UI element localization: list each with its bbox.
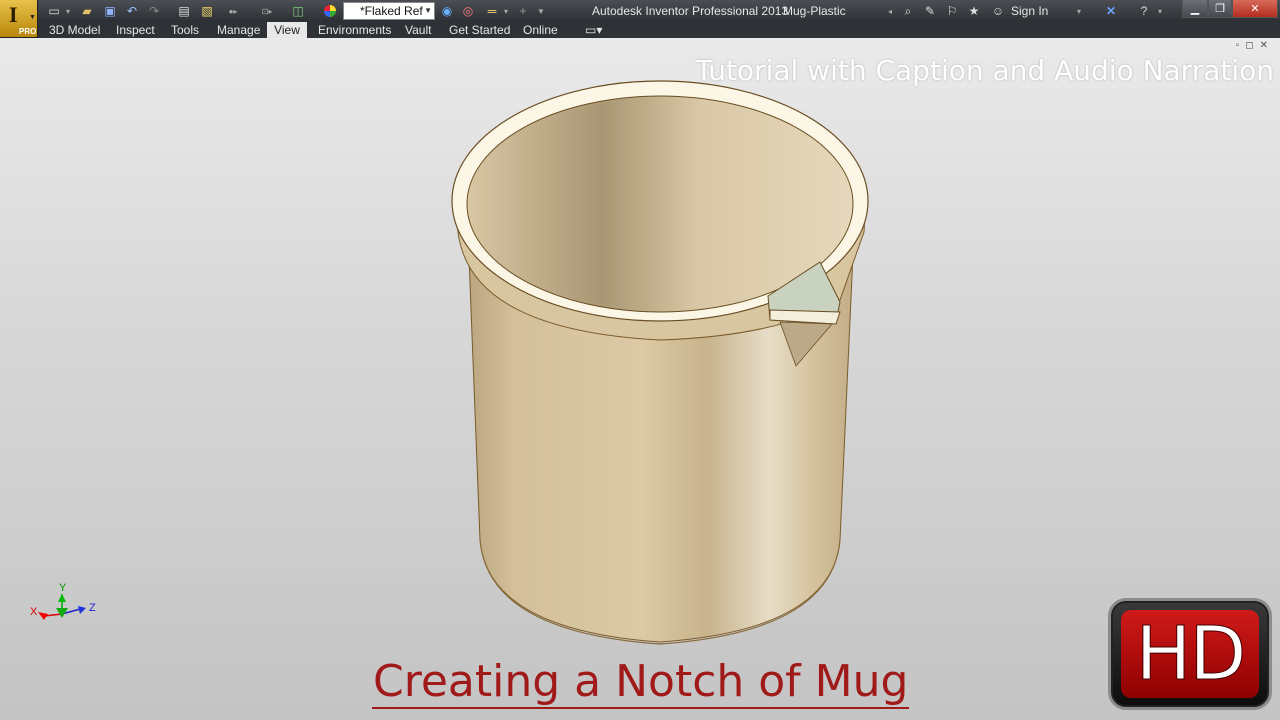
user-icon[interactable]: ☺ xyxy=(990,3,1006,19)
minimize-icon: ▁ xyxy=(1190,3,1200,15)
parameters-dropdown-icon[interactable]: ▾ xyxy=(503,3,509,19)
ribbon-display-options-icon[interactable]: ▭▾ xyxy=(580,22,607,38)
minimize-button[interactable]: ▁ xyxy=(1182,0,1208,18)
graphics-viewport[interactable]: ▫◻✕ Tutorial with Caption and Audio Narr… xyxy=(0,38,1280,720)
appearance-value: *Flaked Ref xyxy=(360,4,423,18)
chevron-down-icon: ▼ xyxy=(424,6,432,15)
scroll-left-icon[interactable]: ◂ xyxy=(886,3,894,19)
measure-icon[interactable]: ⊡▸ xyxy=(256,3,278,19)
tab-vault[interactable]: Vault xyxy=(400,22,436,38)
close-button[interactable]: ✕ xyxy=(1232,0,1278,18)
redo-icon[interactable]: ↷ xyxy=(146,3,162,19)
zoom-all-icon[interactable]: ◫ xyxy=(290,3,306,19)
clear-appearance-icon[interactable]: ◎ xyxy=(460,3,476,19)
save-icon[interactable]: ▣ xyxy=(102,3,118,19)
triad-x-label: X xyxy=(30,606,38,618)
customize-dropdown-icon[interactable]: ▼ xyxy=(536,3,546,19)
tab-inspect[interactable]: Inspect xyxy=(111,22,160,38)
mug-model[interactable] xyxy=(0,38,1280,720)
tutorial-title: Creating a Notch of Mug xyxy=(373,656,909,707)
add-icon[interactable]: + xyxy=(516,3,530,19)
hd-badge: HD xyxy=(1108,598,1272,710)
tab-environments[interactable]: Environments xyxy=(313,22,396,38)
favorites-star-icon[interactable]: ★ xyxy=(966,3,982,19)
new-dropdown-icon[interactable]: ▾ xyxy=(64,3,72,19)
triad-z-label: Z xyxy=(89,602,96,614)
inventor-logo-icon: I xyxy=(9,2,18,27)
parameters-icon[interactable]: ═ xyxy=(484,3,500,19)
application-menu-button[interactable]: I ▼ PRO xyxy=(0,0,38,38)
wrench-icon[interactable]: ✎ xyxy=(922,3,938,19)
appearance-dropdown[interactable]: *Flaked Ref ▼ xyxy=(343,2,435,20)
adjust-appearance-icon[interactable]: ◉ xyxy=(439,3,455,19)
tab-3d-model[interactable]: 3D Model xyxy=(44,22,105,38)
app-title: Autodesk Inventor Professional 2013 xyxy=(592,4,789,18)
sign-in-link[interactable]: Sign In xyxy=(1011,4,1048,18)
hd-label: HD xyxy=(1135,611,1247,697)
triad-y-label: Y xyxy=(59,582,67,594)
tab-get-started[interactable]: Get Started xyxy=(444,22,515,38)
open-folder-icon[interactable]: ▰ xyxy=(79,3,95,19)
undo-icon[interactable]: ↶ xyxy=(124,3,140,19)
communication-icon[interactable]: ⚐ xyxy=(944,3,960,19)
select-mode-icon[interactable]: ●▸ xyxy=(222,3,244,19)
sign-in-dropdown-icon[interactable]: ▾ xyxy=(1075,3,1083,19)
tab-manage[interactable]: Manage xyxy=(212,22,265,38)
tab-tools[interactable]: Tools xyxy=(166,22,204,38)
help-dropdown-icon[interactable]: ▾ xyxy=(1156,3,1164,19)
tutorial-title-underline xyxy=(372,707,909,709)
pro-badge: PRO xyxy=(19,27,37,36)
tab-online[interactable]: Online xyxy=(518,22,563,38)
tab-view[interactable]: View xyxy=(267,22,307,38)
hd-badge-inner: HD xyxy=(1121,610,1259,698)
restore-icon: ❐ xyxy=(1215,3,1225,15)
update-icon[interactable]: ▧ xyxy=(199,3,215,19)
return-icon[interactable]: ▤ xyxy=(176,3,192,19)
exchange-apps-icon[interactable]: ✕ xyxy=(1102,3,1120,19)
binoculars-icon[interactable]: ⌕ xyxy=(900,3,916,19)
document-title: Mug-Plastic xyxy=(783,4,846,18)
help-icon[interactable]: ? xyxy=(1136,3,1152,19)
view-triad[interactable]: X Y Z xyxy=(28,582,108,636)
title-bar: ▭ ▾ ▰ ▣ ↶ ↷ ▤ ▧ ●▸ ⊡▸ ◫ *Flaked Ref ▼ ◉ … xyxy=(0,0,1280,22)
new-file-icon[interactable]: ▭ xyxy=(46,3,62,19)
color-wheel-icon[interactable] xyxy=(322,3,338,19)
ribbon-tab-bar: 3D Model Inspect Tools Manage View Envir… xyxy=(38,22,1280,38)
close-icon: ✕ xyxy=(1250,3,1260,15)
maximize-button[interactable]: ❐ xyxy=(1208,0,1232,18)
chevron-down-icon: ▼ xyxy=(29,14,36,21)
